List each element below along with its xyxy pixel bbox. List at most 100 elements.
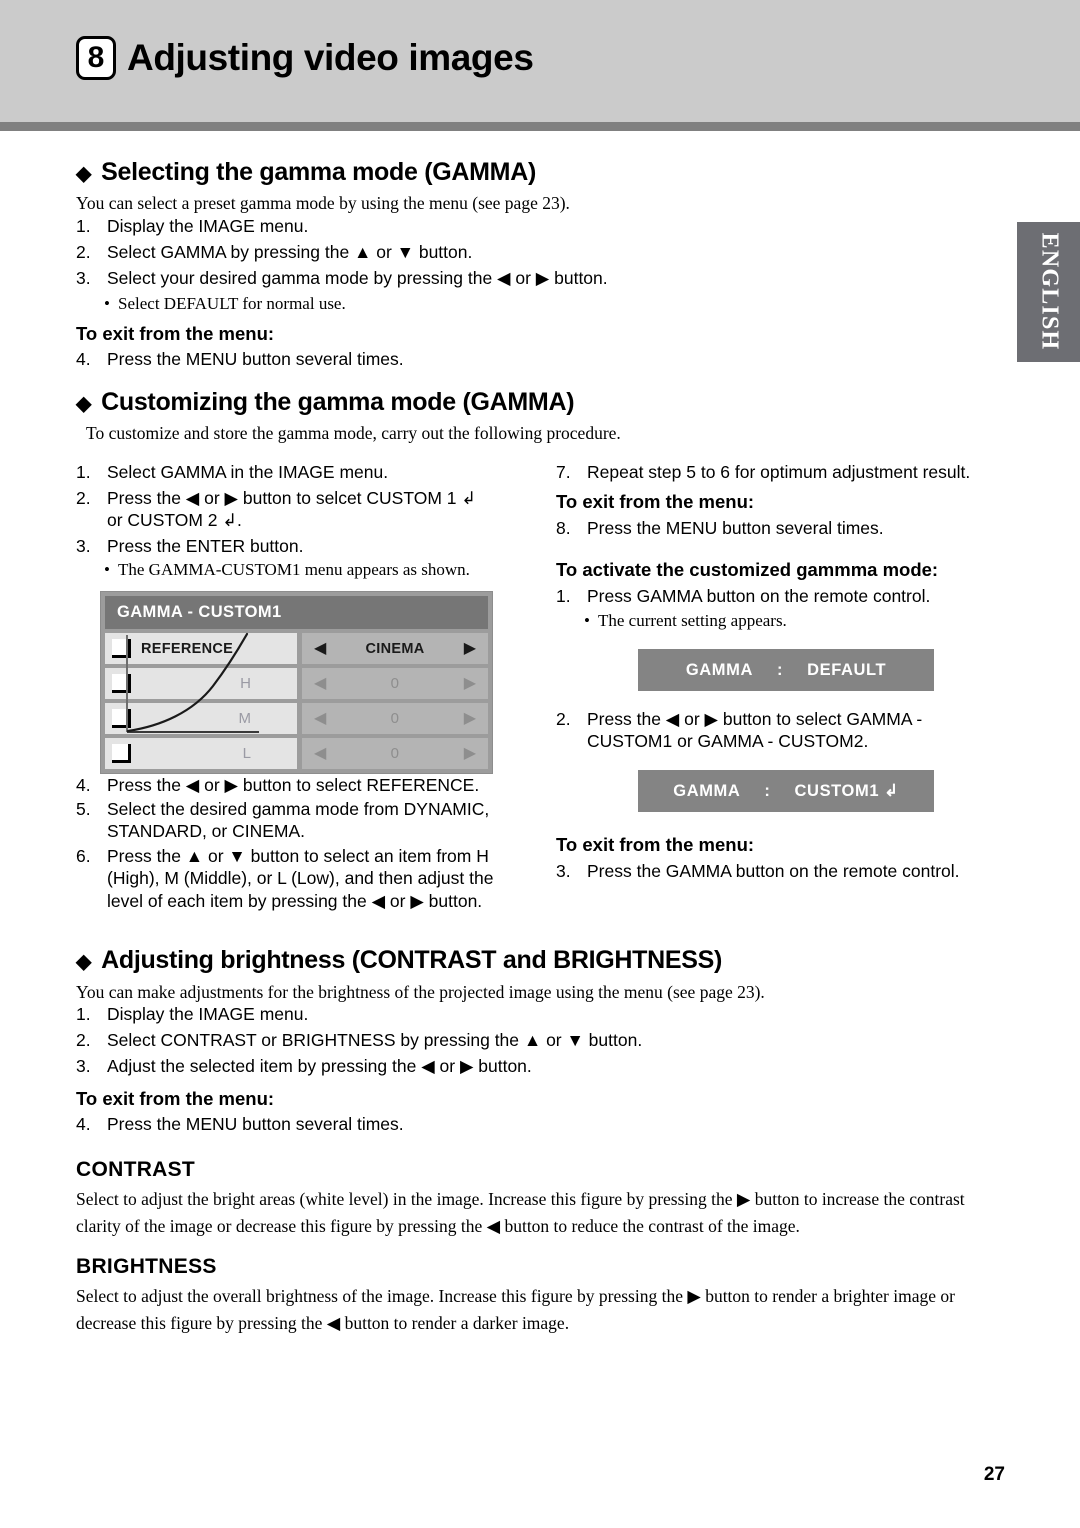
subsection-heading-exit-menu: To exit from the menu: xyxy=(76,1088,275,1109)
diamond-bullet-icon: ◆ xyxy=(76,951,92,973)
step-text: Select your desired gamma mode by pressi… xyxy=(107,268,608,288)
osd-item-value: 0 xyxy=(390,675,400,692)
manual-page: 8 Adjusting video images ENGLISH ◆ Selec… xyxy=(0,0,1080,1528)
list-item: • The current setting appears. xyxy=(576,610,996,631)
osd-row-value-cell[interactable]: ◀ 0 ▶ xyxy=(302,738,488,769)
chapter-heading: 8 Adjusting video images xyxy=(76,36,534,80)
step-number: 3. xyxy=(556,861,571,881)
language-tab-english: ENGLISH xyxy=(1017,222,1080,362)
step-text: Select GAMMA in the IMAGE menu. xyxy=(107,462,389,482)
osd-item-value: CINEMA xyxy=(365,640,425,657)
list-item: • The GAMMA-CUSTOM1 menu appears as show… xyxy=(96,559,536,580)
step-number: 4. xyxy=(76,1114,91,1134)
osd-row-low[interactable]: L ◀ 0 ▶ xyxy=(105,738,488,769)
step-number: 2. xyxy=(76,242,91,262)
page-number: 27 xyxy=(983,1464,1005,1485)
diamond-bullet-icon: ◆ xyxy=(76,393,92,415)
left-arrow-icon[interactable]: ◀ xyxy=(314,745,326,762)
page-title: Adjusting video images xyxy=(127,37,534,78)
list-item: 3. Adjust the selected item by pressing … xyxy=(76,1055,976,1077)
list-item: 1. Select GAMMA in the IMAGE menu. xyxy=(76,461,526,483)
list-item: 5. Select the desired gamma mode from DY… xyxy=(76,798,526,843)
section-heading-selecting-gamma: ◆ Selecting the gamma mode (GAMMA) xyxy=(76,158,536,187)
section-heading-text: Adjusting brightness (CONTRAST and BRIGH… xyxy=(101,946,723,974)
osd-row-middle[interactable]: M ◀ 0 ▶ xyxy=(105,703,488,734)
list-item: 2. Press the ◀ or ▶ button to select GAM… xyxy=(556,708,1001,753)
list-item: 4. Press the MENU button several times. xyxy=(76,348,716,370)
section-heading-text: Selecting the gamma mode (GAMMA) xyxy=(101,158,536,186)
bullet-text: The current setting appears. xyxy=(598,611,787,630)
left-arrow-icon[interactable]: ◀ xyxy=(314,640,326,657)
list-item: 7. Repeat step 5 to 6 for optimum adjust… xyxy=(556,461,996,483)
contrast-description: Select to adjust the bright areas (white… xyxy=(76,1189,965,1236)
section-intro-adjusting-brightness: You can make adjustments for the brightn… xyxy=(76,982,765,1002)
osd-row-value-cell[interactable]: ◀ 0 ▶ xyxy=(302,703,488,734)
osd-row-value-cell[interactable]: ◀ CINEMA ▶ xyxy=(302,633,488,664)
osd-item-value: 0 xyxy=(390,710,400,727)
step-number: 2. xyxy=(556,709,571,729)
osd-item-label: H xyxy=(240,675,251,692)
step-text: Press the ◀ or ▶ button to select REFERE… xyxy=(107,775,480,795)
bullet-dot-icon: • xyxy=(104,560,110,579)
list-item: 3. Press the ENTER button. xyxy=(76,535,526,557)
list-item: 1. Press GAMMA button on the remote cont… xyxy=(556,585,996,607)
subsection-heading-brightness: BRIGHTNESS xyxy=(76,1255,217,1278)
list-item: • Select DEFAULT for normal use. xyxy=(96,293,716,314)
checkbox-icon[interactable] xyxy=(112,744,131,763)
right-arrow-icon[interactable]: ▶ xyxy=(464,710,476,727)
diamond-bullet-icon: ◆ xyxy=(76,163,92,185)
step-number: 7. xyxy=(556,462,571,482)
osd-bar-separator: : xyxy=(764,781,771,800)
bullet-text: The GAMMA-CUSTOM1 menu appears as shown. xyxy=(118,560,470,579)
subsection-heading-exit-menu: To exit from the menu: xyxy=(556,491,755,512)
right-arrow-icon[interactable]: ▶ xyxy=(464,640,476,657)
right-arrow-icon[interactable]: ▶ xyxy=(464,675,476,692)
osd-bar-separator: : xyxy=(776,660,784,679)
osd-bar-name: GAMMA xyxy=(685,660,753,679)
osd-row-graph-cell-h: H xyxy=(105,668,297,699)
osd-bar-gamma-default: GAMMA : DEFAULT xyxy=(638,649,934,691)
list-item: 2. Select CONTRAST or BRIGHTNESS by pres… xyxy=(76,1029,976,1051)
list-item: 8. Press the MENU button several times. xyxy=(556,517,996,539)
left-arrow-icon[interactable]: ◀ xyxy=(314,710,326,727)
osd-bar-gamma-custom1: GAMMA : CUSTOM1 ↲ xyxy=(638,770,934,812)
subsection-heading-exit-menu: To exit from the menu: xyxy=(556,834,755,855)
step-text: Repeat step 5 to 6 for optimum adjustmen… xyxy=(587,462,971,482)
language-tab-label: ENGLISH xyxy=(1036,232,1062,351)
brightness-description: Select to adjust the overall brightness … xyxy=(76,1286,955,1333)
step-number: 1. xyxy=(76,216,91,236)
bullet-dot-icon: • xyxy=(584,611,590,630)
checkbox-icon[interactable] xyxy=(112,674,131,693)
osd-bar-name: GAMMA xyxy=(673,781,741,800)
checkbox-icon[interactable] xyxy=(112,639,131,658)
osd-row-high[interactable]: H ◀ 0 ▶ xyxy=(105,668,488,699)
osd-row-reference[interactable]: REFERENCE ◀ CINEMA ▶ xyxy=(105,633,488,664)
osd-row-value-cell[interactable]: ◀ 0 ▶ xyxy=(302,668,488,699)
step-number: 1. xyxy=(556,586,571,606)
left-arrow-icon[interactable]: ◀ xyxy=(314,675,326,692)
right-arrow-icon[interactable]: ▶ xyxy=(464,745,476,762)
list-item: 2. Press the ◀ or ▶ button to selcet CUS… xyxy=(76,487,496,532)
step-number: 1. xyxy=(76,462,91,482)
step-text: Press the MENU button several times. xyxy=(107,349,404,369)
section-heading-adjusting-brightness: ◆ Adjusting brightness (CONTRAST and BRI… xyxy=(76,946,722,975)
osd-item-label: M xyxy=(238,710,252,727)
list-item: 3. Select your desired gamma mode by pre… xyxy=(76,267,756,289)
list-item: 2. Select GAMMA by pressing the ▲ or ▼ b… xyxy=(76,241,716,263)
checkbox-icon[interactable] xyxy=(112,709,131,728)
list-item: 4. Press the ◀ or ▶ button to select REF… xyxy=(76,774,546,796)
list-item: 1. Display the IMAGE menu. xyxy=(76,1003,976,1025)
list-item: 1. Display the IMAGE menu. xyxy=(76,215,716,237)
section-intro-selecting-gamma: You can select a preset gamma mode by us… xyxy=(76,193,570,213)
step-text: Press the MENU button several times. xyxy=(587,518,884,538)
step-number: 4. xyxy=(76,349,91,369)
step-number: 3. xyxy=(76,268,91,288)
step-text: Display the IMAGE menu. xyxy=(107,1004,309,1024)
osd-row-graph-cell-m: M xyxy=(105,703,297,734)
step-number: 3. xyxy=(76,1056,91,1076)
step-text: Select CONTRAST or BRIGHTNESS by pressin… xyxy=(107,1030,643,1050)
step-text: Press the ◀ or ▶ button to selcet CUSTOM… xyxy=(107,488,477,531)
step-number: 8. xyxy=(556,518,571,538)
subsection-heading-activate-custom-gamma: To activate the customized gammma mode: xyxy=(556,559,939,580)
step-text: Press the GAMMA button on the remote con… xyxy=(587,861,960,881)
